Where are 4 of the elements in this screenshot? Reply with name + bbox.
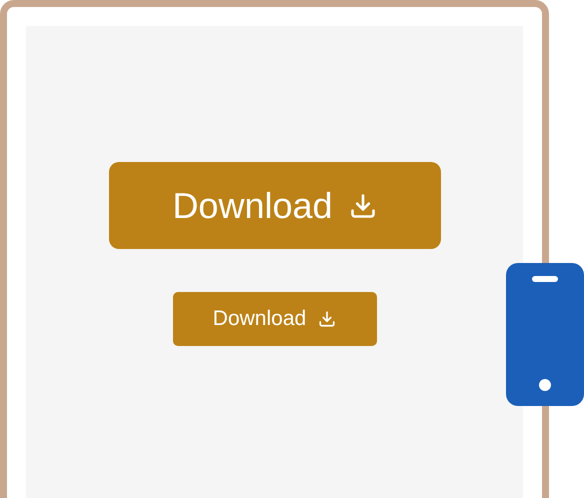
download-icon — [318, 310, 336, 328]
download-icon — [348, 192, 377, 220]
download-button[interactable]: Download — [108, 162, 440, 249]
download-button[interactable]: Download — [172, 292, 376, 346]
